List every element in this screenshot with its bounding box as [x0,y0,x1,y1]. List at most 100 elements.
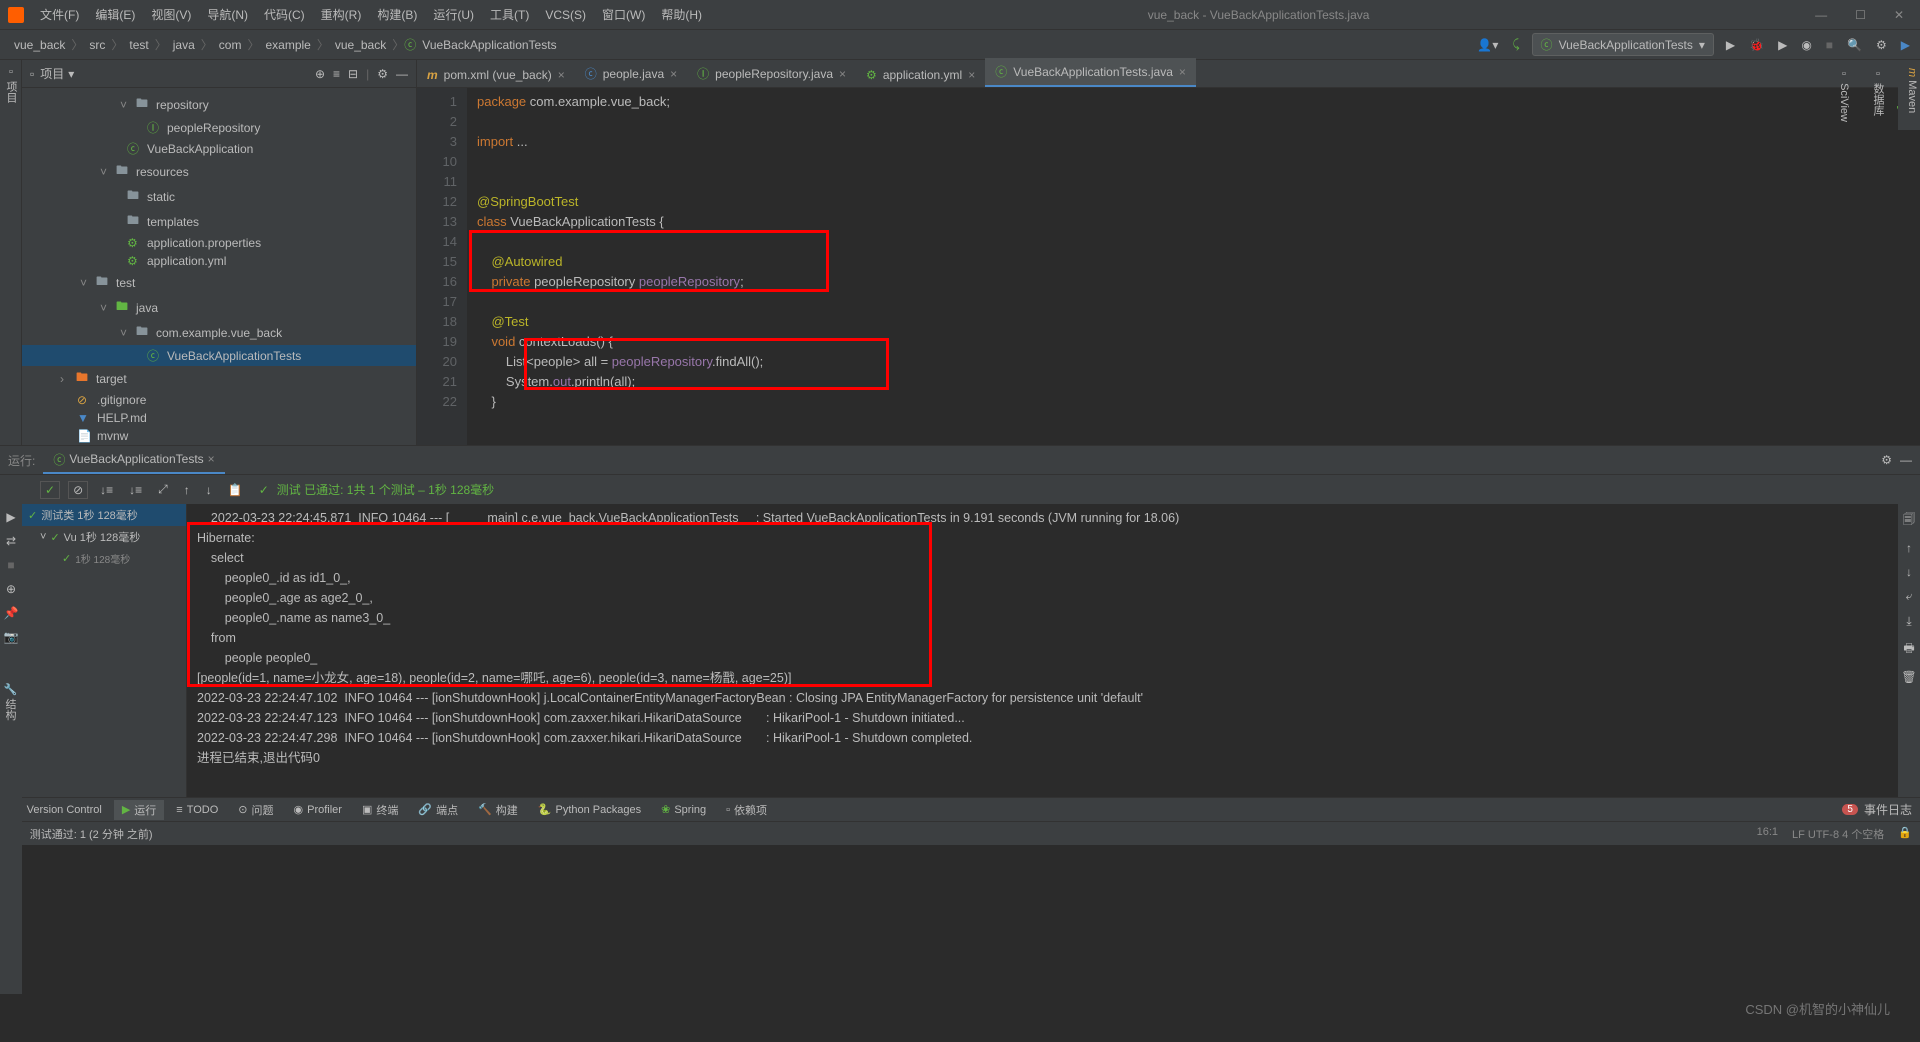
tree-file-selected[interactable]: ⓒVueBackApplicationTests [22,345,416,366]
debug-button[interactable]: 🐞 [1747,36,1766,54]
export-icon[interactable]: 📋 [224,481,247,499]
editor-tab-active[interactable]: ⓒVueBackApplicationTests.java× [985,58,1196,87]
sort-icon[interactable]: ⊕ [6,582,16,596]
menu-refactor[interactable]: 重构(R) [313,6,370,23]
menu-navigate[interactable]: 导航(N) [199,6,256,23]
status-lock2-icon[interactable]: 🔒 [1898,826,1912,842]
breadcrumb[interactable]: example [259,38,316,52]
editor-body[interactable]: 123 10111213 14151617 18192021 22 packag… [417,88,1920,445]
close-icon[interactable]: × [839,67,846,81]
next-icon[interactable]: ↓ [202,481,216,499]
tree-folder[interactable]: ˅🖿repository [22,92,416,117]
tree-folder[interactable]: ›🖿target [22,366,416,391]
menu-file[interactable]: 文件(F) [32,6,87,23]
coverage-button[interactable]: ▶ [1776,36,1789,54]
structure-tool[interactable]: 🔧 结构 [2,682,18,986]
bottom-tab-build[interactable]: 🔨构建 [470,800,526,820]
tree-file[interactable]: ⊘.gitignore [22,391,416,409]
tree-folder[interactable]: 🖿static [22,184,416,209]
profile-button[interactable]: ◉ [1799,36,1813,54]
bottom-tab-profiler[interactable]: ◉Profiler [286,801,350,818]
project-tree[interactable]: ˅🖿repository ⒾpeopleRepository ⓒVueBackA… [22,88,416,445]
editor-tab[interactable]: ⒾpeopleRepository.java× [687,60,856,87]
gear-icon[interactable]: ⚙ [377,67,388,81]
expand-icon[interactable]: ⤢ [154,480,172,499]
tree-folder[interactable]: ˅🖿java [22,295,416,320]
user-icon[interactable]: 👤▾ [1475,36,1500,54]
tree-file[interactable]: ⓒVueBackApplication [22,138,416,159]
test-tree-item[interactable]: ˅✓Vu 1秒 128毫秒 [22,526,186,548]
gear-icon[interactable]: ⚙ [1874,36,1889,54]
menu-vcs[interactable]: VCS(S) [537,8,594,22]
toggle-icon[interactable]: ⇄ [6,534,16,548]
sort2-icon[interactable]: ↓≡ [125,481,146,499]
minimize-button[interactable]: — [1807,8,1835,22]
close-icon[interactable]: × [670,67,677,81]
tree-folder[interactable]: ˅🖿com.example.vue_back [22,320,416,345]
tree-file[interactable]: ⚙application.properties [22,234,416,252]
tree-folder[interactable]: 🖿templates [22,209,416,234]
tree-file[interactable]: ▼HELP.md [22,409,416,427]
close-icon[interactable]: × [1179,65,1186,79]
collapse-icon[interactable]: ⊟ [348,67,358,81]
dropdown-icon[interactable]: ▾ [68,67,74,81]
search-icon[interactable]: 🔍 [1845,36,1864,54]
print-icon[interactable]: 🖶 [1903,639,1914,660]
breadcrumb-current[interactable]: VueBackApplicationTests [416,38,562,52]
database-tool[interactable]: ▫ 数据库 [1870,68,1886,122]
run-button[interactable]: ▶ [1724,36,1737,54]
maximize-button[interactable]: ☐ [1847,8,1874,22]
bottom-tab-spring[interactable]: ❀Spring [653,801,714,818]
bottom-tab-endpoints[interactable]: 🔗端点 [410,800,466,820]
wrap-icon[interactable]: ⤶ [1906,589,1913,604]
editor-tab[interactable]: mpom.xml (vue_back)× [417,63,575,87]
sort-icon[interactable]: ↓≡ [96,481,117,499]
tree-file[interactable]: 📄mvnw [22,427,416,445]
bottom-tab-todo[interactable]: ≡TODO [168,802,226,818]
console-output[interactable]: 2022-03-23 22:24:45.871 INFO 10464 --- [… [187,504,1898,797]
maven-tool[interactable]: m Maven [1906,68,1918,122]
run-tab[interactable]: ⓒVueBackApplicationTests× [43,447,224,474]
breadcrumb[interactable]: java [167,38,201,52]
bottom-tab-run[interactable]: ▶运行 [114,800,164,820]
editor-tab[interactable]: ⓒpeople.java× [575,60,687,87]
select-opened-icon[interactable]: ⊕ [315,67,325,81]
down-icon[interactable]: ↓ [1906,565,1912,579]
close-icon[interactable]: × [968,68,975,82]
code-content[interactable]: package com.example.vue_back; import ...… [467,88,1920,445]
menu-edit[interactable]: 编辑(E) [87,6,143,23]
menu-tools[interactable]: 工具(T) [482,6,537,23]
menu-view[interactable]: 视图(V) [143,6,199,23]
close-icon[interactable]: × [208,452,215,466]
menu-run[interactable]: 运行(U) [425,6,482,23]
bottom-tab-python[interactable]: 🐍Python Packages [530,801,649,818]
hide-icon[interactable]: — [1900,453,1912,467]
tree-folder[interactable]: ˅🖿test [22,270,416,295]
menu-window[interactable]: 窗口(W) [594,6,653,23]
stop-button[interactable]: ■ [1824,36,1835,54]
bottom-tab-vcs[interactable]: ᛘVersion Control [8,802,110,818]
breadcrumb[interactable]: com [213,38,248,52]
breadcrumb[interactable]: test [123,38,154,52]
run-config-dropdown[interactable]: ⓒVueBackApplicationTests▾ [1532,33,1714,56]
sciview-tool[interactable]: ▫ SciView [1838,68,1850,122]
play-services-icon[interactable]: ▶ [1899,36,1912,54]
trash-icon[interactable]: 🗑 [1901,670,1916,684]
bottom-tab-terminal[interactable]: ▣终端 [354,800,406,820]
up-icon[interactable]: ↑ [1906,541,1912,555]
test-tree-leaf[interactable]: ✓1秒 128毫秒 [22,548,186,569]
project-tool-button[interactable]: ▫ 项目 [5,66,17,103]
tree-file[interactable]: ⚙application.yml [22,252,416,270]
pin-icon[interactable]: 📌 [4,606,19,620]
filter-icon[interactable]: 🗐 [1903,510,1915,531]
bottom-tab-deps[interactable]: ▫依赖项 [718,800,775,820]
test-tree-root[interactable]: ✓测试类 1秒 128毫秒 [22,504,186,526]
status-position[interactable]: 16:1 [1757,826,1778,842]
hammer-icon[interactable]: ⤹ [1510,35,1521,54]
hide-icon[interactable]: — [396,67,408,81]
close-button[interactable]: ✕ [1886,8,1912,22]
tree-folder[interactable]: ˅🖿resources [22,159,416,184]
menu-help[interactable]: 帮助(H) [653,6,710,23]
expand-all-icon[interactable]: ≡ [333,67,340,81]
status-encoding[interactable]: LF UTF-8 4 个空格 [1792,826,1884,842]
